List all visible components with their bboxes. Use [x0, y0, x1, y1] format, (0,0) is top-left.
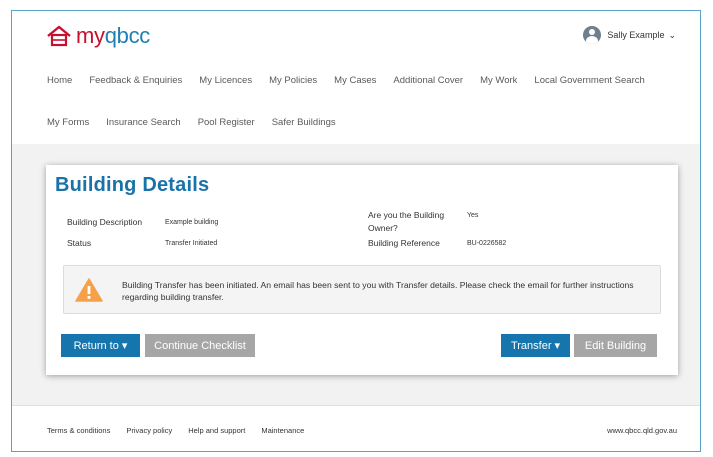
footer-maintenance-link[interactable]: Maintenance	[261, 426, 304, 435]
reference-label: Building Reference	[368, 238, 440, 248]
footer-links: Terms & conditions Privacy policy Help a…	[47, 426, 320, 435]
site-header: myqbcc Sally Example ⌄ Home Feedback & E…	[12, 11, 700, 144]
nav-my-cases[interactable]: My Cases	[334, 75, 376, 86]
owner-label-line-2: Owner?	[368, 223, 398, 233]
nav-safer-buildings[interactable]: Safer Buildings	[272, 117, 336, 128]
status-value: Transfer Initiated	[165, 240, 218, 247]
footer-terms-link[interactable]: Terms & conditions	[47, 426, 110, 435]
page-title: Building Details	[55, 174, 210, 196]
main-nav-row-2: My Forms Insurance Search Pool Register …	[47, 117, 353, 128]
warning-icon	[75, 278, 103, 302]
nav-my-work[interactable]: My Work	[480, 75, 517, 86]
edit-building-button[interactable]: Edit Building	[574, 334, 657, 357]
return-to-button[interactable]: Return to ▾	[61, 334, 140, 357]
description-label: Building Description	[67, 217, 143, 227]
main-nav-row-1: Home Feedback & Enquiries My Licences My…	[47, 75, 662, 86]
nav-feedback-enquiries[interactable]: Feedback & Enquiries	[89, 75, 182, 86]
status-label: Status	[67, 238, 92, 248]
nav-pool-register[interactable]: Pool Register	[198, 117, 255, 128]
avatar-icon	[583, 26, 602, 44]
myqbcc-logo[interactable]: myqbcc	[46, 23, 150, 49]
browser-frame: myqbcc Sally Example ⌄ Home Feedback & E…	[11, 10, 701, 452]
footer-site-url[interactable]: www.qbcc.qld.gov.au	[607, 426, 677, 435]
nav-my-forms[interactable]: My Forms	[47, 117, 89, 128]
house-logo-icon	[47, 25, 71, 47]
nav-my-licences[interactable]: My Licences	[199, 75, 252, 86]
footer-help-link[interactable]: Help and support	[188, 426, 245, 435]
user-menu[interactable]: Sally Example ⌄	[583, 26, 676, 44]
owner-label-line-1: Are you the Building	[368, 210, 445, 220]
reference-value: BU-0226582	[467, 240, 507, 247]
nav-local-government-search[interactable]: Local Government Search	[534, 75, 644, 86]
nav-home[interactable]: Home	[47, 75, 72, 86]
owner-value: Yes	[467, 212, 479, 219]
transfer-button[interactable]: Transfer ▾	[501, 334, 570, 357]
user-name: Sally Example	[607, 30, 665, 40]
nav-my-policies[interactable]: My Policies	[269, 75, 317, 86]
nav-insurance-search[interactable]: Insurance Search	[106, 117, 180, 128]
nav-additional-cover[interactable]: Additional Cover	[393, 75, 463, 86]
continue-checklist-button[interactable]: Continue Checklist	[145, 334, 255, 357]
chevron-down-icon: ⌄	[668, 29, 676, 40]
building-details-card: Building Details Building Description Ex…	[46, 165, 678, 375]
alert-message: Building Transfer has been initiated. An…	[122, 280, 634, 302]
footer-privacy-link[interactable]: Privacy policy	[126, 426, 172, 435]
site-footer: Terms & conditions Privacy policy Help a…	[12, 405, 700, 451]
description-value: Example building	[165, 219, 219, 226]
transfer-alert: Building Transfer has been initiated. An…	[63, 265, 661, 314]
logo-wordmark: myqbcc	[76, 23, 151, 48]
